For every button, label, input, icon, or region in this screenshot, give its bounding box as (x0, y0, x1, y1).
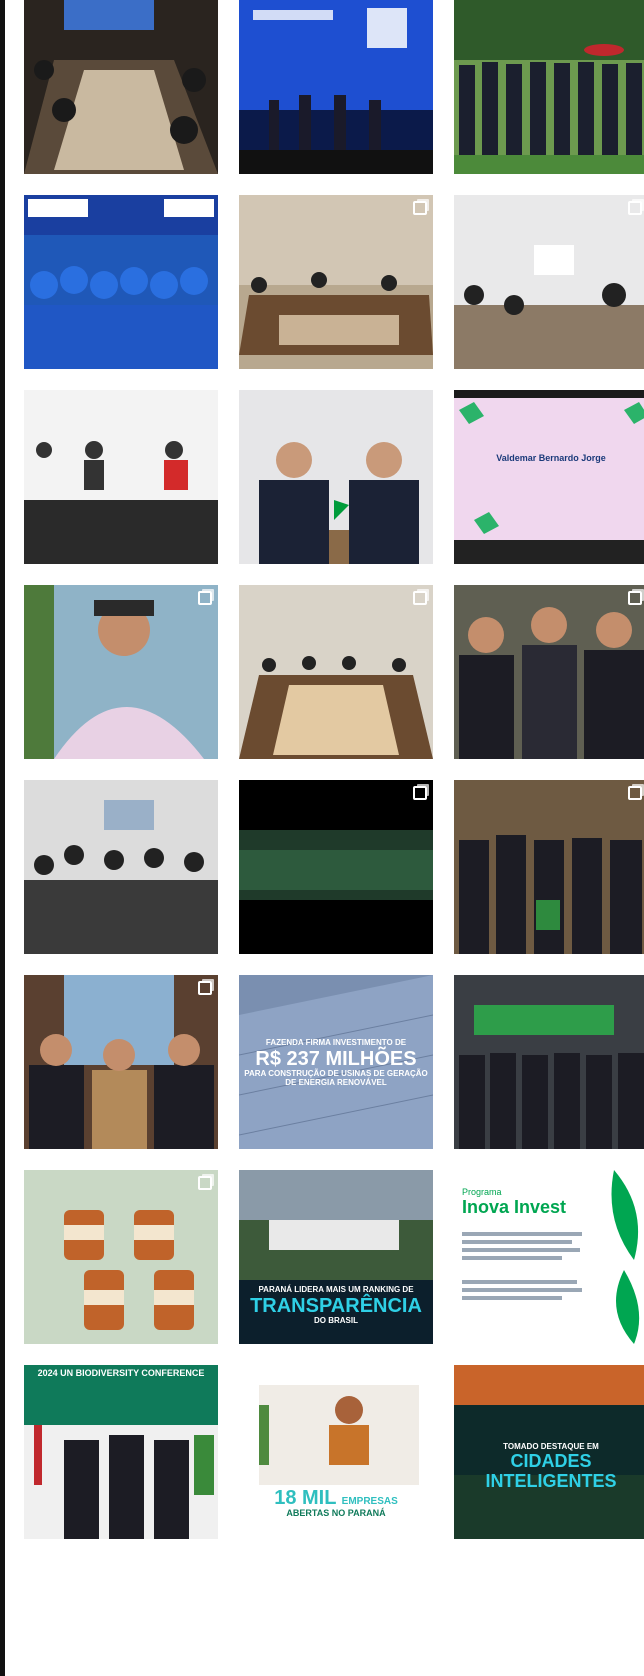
forest-video-thumbnail (239, 780, 433, 954)
outdoor-group-photo (454, 0, 644, 174)
post-tile-14[interactable] (239, 780, 433, 954)
post-tile-6[interactable] (454, 195, 644, 369)
post-tile-17[interactable]: FAZENDA FIRMA INVESTIMENTO DE R$ 237 MIL… (239, 975, 433, 1149)
post-tile-15[interactable] (454, 780, 644, 954)
post-tile-10[interactable] (24, 585, 218, 759)
post-tile-2[interactable] (239, 0, 433, 174)
post-tile-13[interactable] (24, 780, 218, 954)
headline-18-mil: 18 MIL EMPRESAS (274, 1487, 398, 1509)
post-headline: FAZENDA FIRMA INVESTIMENTO DE R$ 237 MIL… (239, 1038, 433, 1087)
post-tile-11[interactable] (239, 585, 433, 759)
post-tile-9[interactable]: Valdemar Bernardo Jorge (454, 390, 644, 564)
portrait-photo (24, 585, 218, 759)
expo-group-photo (454, 975, 644, 1149)
carousel-icon (413, 201, 427, 215)
indoor-group-photo (454, 780, 644, 954)
post-tile-4[interactable] (24, 195, 218, 369)
conference-photo (24, 0, 218, 174)
carousel-icon (198, 591, 212, 605)
post-grid: Valdemar Bernardo Jorge FAZENDA FIRMA IN… (24, 0, 644, 1539)
post-tile-7[interactable] (24, 390, 218, 564)
left-frame-border (0, 0, 5, 1676)
post-tile-5[interactable] (239, 195, 433, 369)
post-tile-12[interactable] (454, 585, 644, 759)
post-tile-3[interactable] (454, 0, 644, 174)
headline-cidades: CIDADES INTELIGENTES (485, 1450, 617, 1491)
honey-jars-photo (24, 1170, 218, 1344)
three-men-window-photo (24, 975, 218, 1149)
headline-line2: ABERTAS NO PARANÁ (286, 1508, 386, 1518)
meeting-room-photo (239, 195, 433, 369)
post-headline: 2024 UN BIODIVERSITY CONFERENCE (37, 1368, 205, 1378)
team-photo (24, 195, 218, 369)
post-tile-24[interactable]: TOMADO DESTAQUE EM CIDADES INTELIGENTES (454, 1365, 644, 1539)
stage-photo (239, 0, 433, 174)
panel-talk-photo (24, 390, 218, 564)
two-men-flags-photo (239, 390, 433, 564)
biodiversity-photo (24, 1365, 218, 1539)
meeting-room-photo-2 (454, 195, 644, 369)
headline-transparencia: TRANSPARÊNCIA (250, 1294, 422, 1317)
post-headline: TOMADO DESTAQUE EM CIDADES INTELIGENTES (454, 1442, 644, 1491)
post-tile-22[interactable]: 2024 UN BIODIVERSITY CONFERENCE (24, 1365, 218, 1539)
post-tile-18[interactable] (454, 975, 644, 1149)
carousel-icon (628, 786, 642, 800)
office-meeting-photo (24, 780, 218, 954)
post-tile-16[interactable] (24, 975, 218, 1149)
carousel-icon (198, 981, 212, 995)
slide-speaker-name: Valdemar Bernardo Jorge (496, 453, 606, 463)
headline-line1: FAZENDA FIRMA INVESTIMENTO DE (265, 1038, 407, 1047)
post-headline: PARANÁ LIDERA MAIS UM RANKING DE TRANSPA… (239, 1285, 433, 1326)
conference-table-photo (239, 585, 433, 759)
post-headline: Programa Inova Invest (462, 1187, 567, 1218)
carousel-icon (198, 1176, 212, 1190)
post-tile-23[interactable]: 18 MIL EMPRESAS ABERTAS NO PARANÁ (239, 1365, 433, 1539)
presentation-slide-photo (454, 390, 644, 564)
headline-amount: R$ 237 MILHÕES (255, 1047, 417, 1070)
post-tile-8[interactable] (239, 390, 433, 564)
headline-line3: DO BRASIL (314, 1315, 358, 1325)
headline-inova-invest: Inova Invest (462, 1196, 567, 1217)
three-men-photo (454, 585, 644, 759)
headline-line1: PARANÁ LIDERA MAIS UM RANKING DE (258, 1285, 414, 1294)
headline-line3: PARA CONSTRUÇÃO DE USINAS DE GERAÇÃO DE … (244, 1068, 428, 1087)
post-tile-20[interactable]: PARANÁ LIDERA MAIS UM RANKING DE TRANSPA… (239, 1170, 433, 1344)
video-icon (413, 786, 427, 800)
carousel-icon (628, 201, 642, 215)
post-tile-1[interactable] (24, 0, 218, 174)
carousel-icon (628, 591, 642, 605)
post-tile-21[interactable]: Programa Inova Invest (454, 1170, 644, 1344)
post-tile-19[interactable] (24, 1170, 218, 1344)
carousel-icon (413, 591, 427, 605)
post-headline: 18 MIL EMPRESAS ABERTAS NO PARANÁ (239, 1487, 433, 1519)
